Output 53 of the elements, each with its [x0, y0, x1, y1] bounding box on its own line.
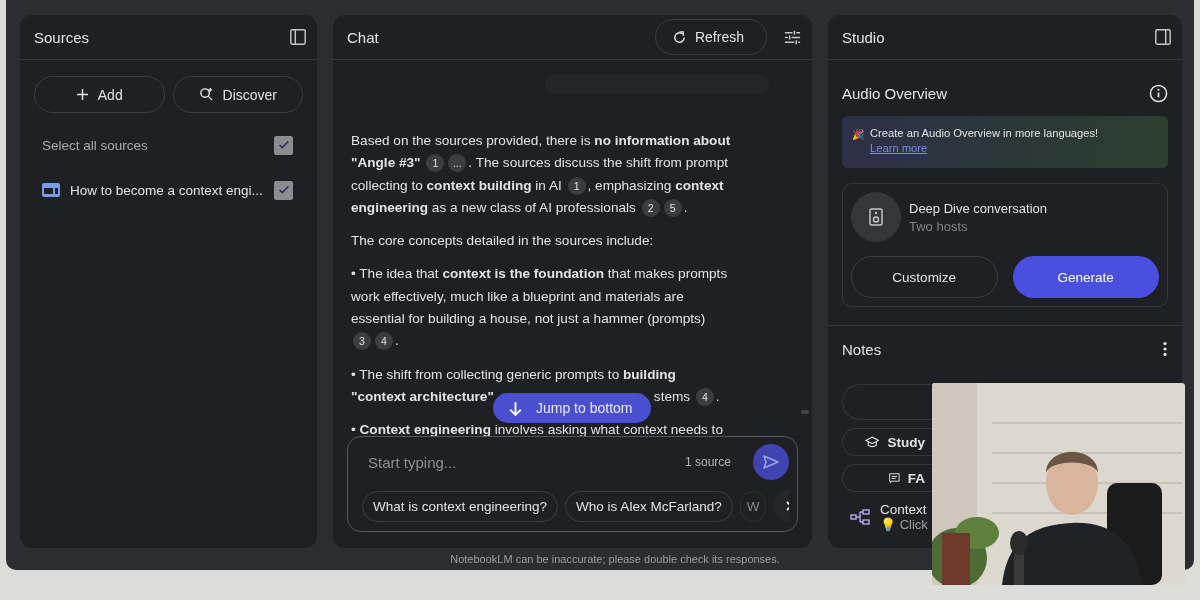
- answer-paragraph: Based on the sources provided, there is no information about "Angle #3" 1 ... . The sources discuss the shift from prompt collecting to context building in AI 1 , emphasizing context engineering as a new class of AI professionals 2 5 .: [351, 132, 731, 219]
- disclaimer-text: NotebookLM can be inaccurate; please double check its responses.: [450, 553, 780, 565]
- citation-chip[interactable]: 1: [567, 176, 586, 195]
- panel-title: Chat: [347, 28, 379, 46]
- citation-chip[interactable]: 2: [641, 198, 660, 217]
- note-title[interactable]: Context: [880, 502, 928, 517]
- search-icon: [198, 87, 214, 102]
- section-title: Notes: [842, 340, 882, 358]
- card-subtitle: Two hosts: [909, 218, 969, 234]
- speaker-icon: [851, 192, 901, 242]
- citation-chip[interactable]: 4: [375, 332, 393, 351]
- citation-chip[interactable]: 3: [353, 332, 371, 351]
- generate-button[interactable]: Generate: [1012, 256, 1159, 298]
- answer-paragraph: The core concepts detailed in the sources include:: [351, 232, 655, 251]
- chat-input[interactable]: Start typing...: [362, 453, 675, 471]
- answer-text: "context architecture": [351, 388, 494, 404]
- mind-map-icon: [850, 509, 870, 525]
- banner-text: Create an Audio Overview in more languages! Learn more: [870, 126, 1100, 156]
- document-icon: [42, 183, 60, 197]
- checkbox[interactable]: [274, 135, 293, 155]
- more-icon[interactable]: [1162, 340, 1168, 358]
- panel-title: Sources: [34, 28, 90, 46]
- answer-paragraph: • Context engineering involves asking what context needs to: [351, 421, 724, 440]
- citation-chip[interactable]: ...: [448, 154, 467, 173]
- graduation-cap-icon: [865, 435, 880, 449]
- select-all-label: Select all sources: [42, 137, 149, 153]
- panel-toggle-icon[interactable]: [1154, 28, 1172, 46]
- send-button[interactable]: [753, 444, 789, 480]
- citation-chip[interactable]: 1: [426, 154, 445, 173]
- send-icon: [761, 452, 781, 472]
- note-hint: Click: [899, 517, 928, 532]
- chat-bubble-icon: [889, 470, 900, 486]
- party-icon: 🎉: [852, 129, 864, 140]
- jump-to-bottom-button[interactable]: Jump to bottom: [493, 393, 651, 423]
- panel-title: Studio: [842, 28, 885, 46]
- checkbox[interactable]: [274, 180, 293, 200]
- citation-chip[interactable]: 4: [695, 387, 714, 406]
- info-icon[interactable]: [1149, 83, 1168, 103]
- panel-toggle-icon[interactable]: [289, 28, 307, 46]
- section-title: Audio Overview: [842, 84, 948, 102]
- learn-more-link[interactable]: Learn more: [870, 142, 928, 154]
- answer-text: .: [715, 388, 720, 404]
- arrow-down-icon: [507, 399, 524, 417]
- source-item[interactable]: How to become a context engi...: [70, 182, 264, 198]
- source-count: 1 source: [684, 455, 731, 469]
- plus-icon: [75, 88, 89, 101]
- card-title: Deep Dive conversation: [909, 200, 1048, 216]
- answer-text: stems: [653, 388, 692, 404]
- refresh-icon: [671, 29, 687, 45]
- answer-text: • The shift from collecting generic prompts to building: [351, 366, 676, 382]
- bulb-icon: 💡: [880, 517, 896, 532]
- answer-paragraph: • The idea that context is the foundation that makes prompts work effectively, much like a blueprint and materials are essential for building a house, not just a hammer (prompts) 3 4 .: [351, 265, 729, 353]
- citation-chip[interactable]: 5: [663, 198, 682, 217]
